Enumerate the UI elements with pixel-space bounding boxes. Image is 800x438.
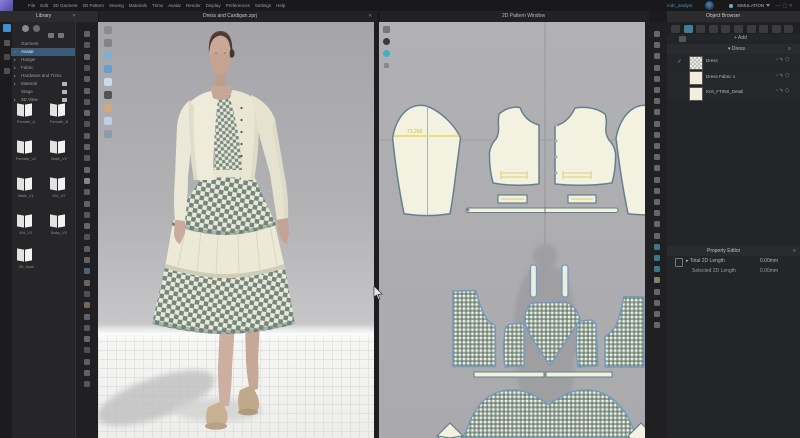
svg-text:73.268: 73.268	[407, 129, 423, 135]
